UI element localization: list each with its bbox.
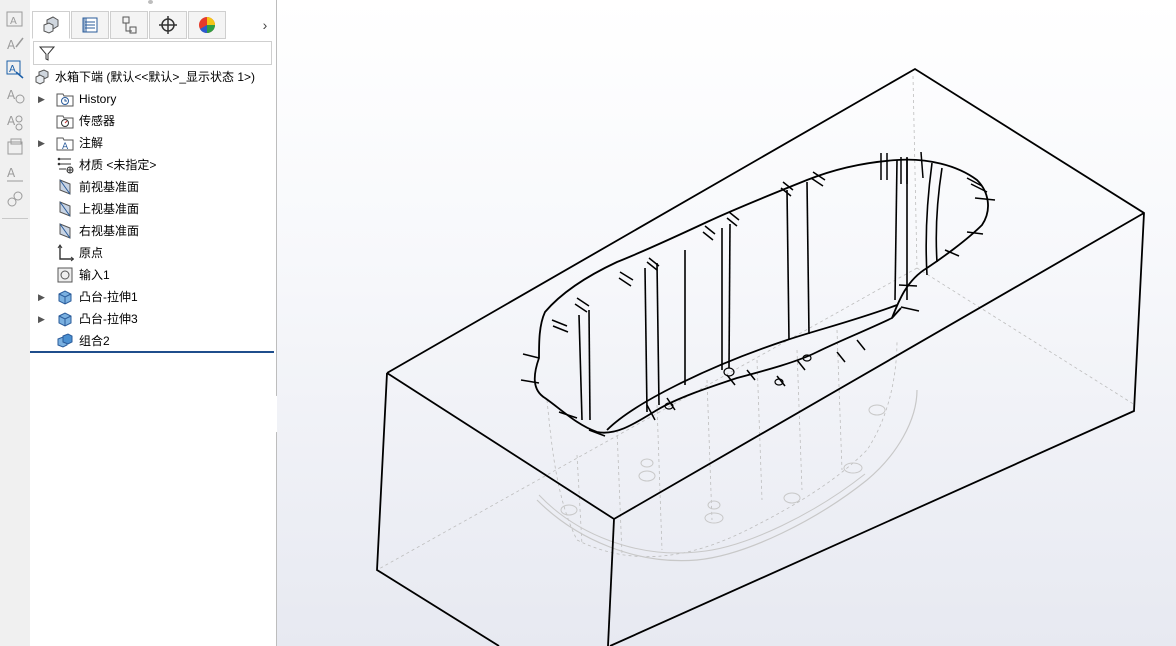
tree-item-label: 注解 bbox=[79, 136, 104, 150]
panel-grip[interactable] bbox=[148, 0, 153, 4]
graphics-area[interactable] bbox=[277, 0, 1176, 646]
material-icon bbox=[56, 156, 74, 174]
hidden-lines bbox=[376, 75, 1136, 571]
svg-text:A: A bbox=[10, 16, 17, 27]
rim-tabs bbox=[520, 151, 996, 437]
interior-features bbox=[536, 389, 918, 562]
tree-item-boss-extrude1[interactable]: ▶ 凸台-拉伸1 bbox=[30, 286, 276, 308]
plane-icon bbox=[56, 178, 74, 196]
combine-icon bbox=[56, 332, 74, 350]
chevron-right-icon[interactable]: › bbox=[258, 17, 272, 33]
svg-text:A: A bbox=[62, 142, 69, 152]
tree-item-boss-extrude3[interactable]: ▶ 凸台-拉伸3 bbox=[30, 308, 276, 330]
tree-item-import[interactable]: 输入1 bbox=[30, 264, 276, 286]
annotation-icon[interactable]: A bbox=[4, 58, 26, 80]
dimxpert-manager-tab[interactable] bbox=[149, 11, 187, 39]
expand-arrow-icon[interactable]: ▶ bbox=[38, 94, 45, 104]
tree-item-label: 凸台-拉伸3 bbox=[79, 312, 138, 326]
boss-extrude-icon bbox=[56, 310, 74, 328]
configuration-manager-tab[interactable] bbox=[110, 11, 148, 39]
cavity-outline bbox=[533, 158, 989, 434]
feature-manager-panel: › 水箱下端 (默认<<默认>_显示状态 1>) ▶ History 传感器 ▶… bbox=[30, 0, 277, 646]
expand-arrow-icon[interactable]: ▶ bbox=[38, 314, 45, 324]
tree-item-annotations[interactable]: ▶ A 注解 bbox=[30, 132, 276, 154]
smart-dimension-icon[interactable]: A bbox=[4, 8, 26, 30]
surface-finish-icon[interactable] bbox=[4, 136, 26, 158]
tree-item-label: 输入1 bbox=[79, 268, 110, 282]
svg-text:A: A bbox=[7, 88, 16, 102]
svg-text:A: A bbox=[7, 166, 16, 180]
tree-filter[interactable] bbox=[33, 41, 272, 65]
filter-icon bbox=[38, 46, 56, 61]
annotations-icon: A bbox=[56, 134, 74, 152]
boss-extrude-icon bbox=[56, 288, 74, 306]
tree-item-front-plane[interactable]: 前视基准面 bbox=[30, 176, 276, 198]
svg-text:A: A bbox=[7, 38, 16, 52]
origin-icon bbox=[56, 244, 75, 262]
tree-item-right-plane[interactable]: 右视基准面 bbox=[30, 220, 276, 242]
property-manager-tab[interactable] bbox=[71, 11, 109, 39]
tree-item-label: 组合2 bbox=[79, 334, 110, 348]
tree-item-label: 材质 <未指定> bbox=[79, 158, 157, 172]
manager-tabs: › bbox=[32, 11, 274, 40]
block-outline bbox=[376, 67, 1145, 646]
tree-item-label: 原点 bbox=[79, 246, 104, 260]
feature-manager-tab[interactable] bbox=[32, 11, 70, 39]
display-manager-tab[interactable] bbox=[188, 11, 226, 39]
svg-text:A: A bbox=[7, 114, 16, 128]
tree-item-label: History bbox=[79, 92, 117, 106]
expand-arrow-icon[interactable]: ▶ bbox=[38, 138, 45, 148]
rollback-bar[interactable] bbox=[30, 351, 274, 353]
sensor-icon bbox=[56, 112, 74, 130]
plane-icon bbox=[56, 222, 74, 240]
tree-item-label: 上视基准面 bbox=[79, 202, 140, 216]
expand-arrow-icon[interactable]: ▶ bbox=[38, 292, 45, 302]
model-view bbox=[376, 67, 1145, 646]
toolbar-separator bbox=[2, 218, 28, 219]
annotation-toolbar: A A A A A A bbox=[0, 0, 31, 646]
tree-root-label: 水箱下端 (默认<<默认>_显示状态 1>) bbox=[55, 70, 256, 84]
imported-body-icon bbox=[56, 266, 74, 284]
tree-item-combine2[interactable]: 组合2 bbox=[30, 330, 276, 352]
history-icon bbox=[56, 90, 74, 108]
auto-balloon-icon[interactable]: A bbox=[4, 110, 26, 132]
tree-item-label: 凸台-拉伸1 bbox=[79, 290, 138, 304]
tree-item-material[interactable]: 材质 <未指定> bbox=[30, 154, 276, 176]
plane-icon bbox=[56, 200, 74, 218]
weld-symbol-icon[interactable]: A bbox=[4, 162, 26, 184]
tree-item-label: 传感器 bbox=[79, 114, 116, 128]
part-icon bbox=[34, 68, 52, 86]
note-icon[interactable]: A bbox=[4, 33, 26, 55]
tree-item-label: 右视基准面 bbox=[79, 224, 140, 238]
tree-item-label: 前视基准面 bbox=[79, 180, 140, 194]
tree-root[interactable]: 水箱下端 (默认<<默认>_显示状态 1>) bbox=[30, 66, 276, 88]
tree-item-history[interactable]: ▶ History bbox=[30, 88, 276, 110]
balloon-icon[interactable]: A bbox=[4, 84, 26, 106]
cavity-walls bbox=[578, 158, 943, 421]
svg-text:A: A bbox=[9, 64, 16, 75]
tree-item-sensors[interactable]: 传感器 bbox=[30, 110, 276, 132]
tree-item-top-plane[interactable]: 上视基准面 bbox=[30, 198, 276, 220]
hole-callout-icon[interactable] bbox=[4, 188, 26, 210]
tree-item-origin[interactable]: 原点 bbox=[30, 242, 276, 264]
